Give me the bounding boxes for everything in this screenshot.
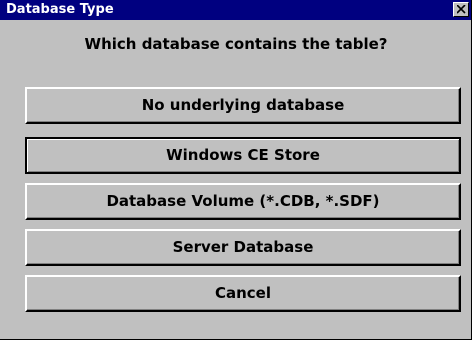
close-button[interactable] [453,2,469,17]
close-icon [457,5,466,14]
cancel-button[interactable]: Cancel [25,275,461,312]
title-bar[interactable]: Database Type [0,0,472,20]
database-type-dialog: Database Type Which database contains th… [0,0,472,340]
window-title: Database Type [6,2,114,17]
server-database-button[interactable]: Server Database [25,229,461,266]
no-underlying-database-button[interactable]: No underlying database [25,87,461,124]
database-volume-button[interactable]: Database Volume (*.CDB, *.SDF) [25,183,461,220]
dialog-question: Which database contains the table? [84,35,388,53]
windows-ce-store-button[interactable]: Windows CE Store [25,137,461,174]
